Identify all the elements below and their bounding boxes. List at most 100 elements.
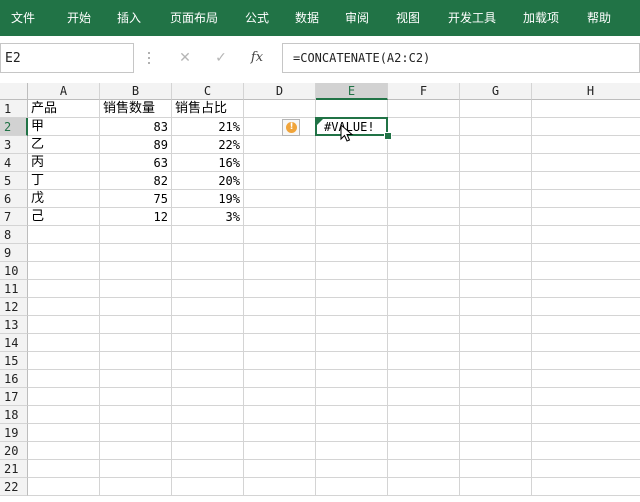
cell-a9[interactable]: [28, 244, 100, 262]
cell-d19[interactable]: [244, 424, 316, 442]
cell-g6[interactable]: [460, 190, 532, 208]
cell-h15[interactable]: [532, 352, 640, 370]
cell-d8[interactable]: [244, 226, 316, 244]
cell-h13[interactable]: [532, 316, 640, 334]
formula-input[interactable]: =CONCATENATE(A2:C2): [282, 43, 640, 73]
column-header-f[interactable]: F: [388, 83, 460, 100]
cell-g18[interactable]: [460, 406, 532, 424]
column-header-g[interactable]: G: [460, 83, 532, 100]
cell-c5[interactable]: 20%: [172, 172, 244, 190]
cell-h1[interactable]: [532, 100, 640, 118]
column-header-e[interactable]: E: [316, 83, 388, 100]
cell-d2[interactable]: [244, 118, 316, 136]
cell-h11[interactable]: [532, 280, 640, 298]
tab-data[interactable]: 数据: [284, 0, 330, 36]
cell-c6[interactable]: 19%: [172, 190, 244, 208]
cell-h17[interactable]: [532, 388, 640, 406]
cell-a1[interactable]: 产品: [28, 100, 100, 118]
cell-g15[interactable]: [460, 352, 532, 370]
row-header-10[interactable]: 10: [0, 262, 28, 280]
cell-f2[interactable]: [388, 118, 460, 136]
cell-a16[interactable]: [28, 370, 100, 388]
row-header-8[interactable]: 8: [0, 226, 28, 244]
cell-d20[interactable]: [244, 442, 316, 460]
row-header-18[interactable]: 18: [0, 406, 28, 424]
cell-f5[interactable]: [388, 172, 460, 190]
cell-a17[interactable]: [28, 388, 100, 406]
cell-e16[interactable]: [316, 370, 388, 388]
cell-f19[interactable]: [388, 424, 460, 442]
cell-a11[interactable]: [28, 280, 100, 298]
row-header-13[interactable]: 13: [0, 316, 28, 334]
cell-e22[interactable]: [316, 478, 388, 496]
cell-d21[interactable]: [244, 460, 316, 478]
cell-b2[interactable]: 83: [100, 118, 172, 136]
cell-f22[interactable]: [388, 478, 460, 496]
row-header-20[interactable]: 20: [0, 442, 28, 460]
cell-h20[interactable]: [532, 442, 640, 460]
cell-c16[interactable]: [172, 370, 244, 388]
cell-b11[interactable]: [100, 280, 172, 298]
cell-f12[interactable]: [388, 298, 460, 316]
cell-f10[interactable]: [388, 262, 460, 280]
cell-a6[interactable]: 戊: [28, 190, 100, 208]
cell-d11[interactable]: [244, 280, 316, 298]
cell-a2[interactable]: 甲: [28, 118, 100, 136]
cell-b6[interactable]: 75: [100, 190, 172, 208]
cell-g3[interactable]: [460, 136, 532, 154]
tab-add-ins[interactable]: 加载项: [514, 0, 568, 36]
cell-b20[interactable]: [100, 442, 172, 460]
cell-g4[interactable]: [460, 154, 532, 172]
cell-a21[interactable]: [28, 460, 100, 478]
cell-g22[interactable]: [460, 478, 532, 496]
cell-a5[interactable]: 丁: [28, 172, 100, 190]
cell-c2[interactable]: 21%: [172, 118, 244, 136]
row-header-4[interactable]: 4: [0, 154, 28, 172]
cell-h7[interactable]: [532, 208, 640, 226]
spreadsheet-grid[interactable]: A B C D E F G H 1 产品 销售数量 销售占比 2 甲 83 21% 3 乙 89 22% 4 丙 63 16%…: [0, 83, 640, 502]
cell-h16[interactable]: [532, 370, 640, 388]
cell-e7[interactable]: [316, 208, 388, 226]
cell-c1[interactable]: 销售占比: [172, 100, 244, 118]
cell-f13[interactable]: [388, 316, 460, 334]
cell-f3[interactable]: [388, 136, 460, 154]
cell-b5[interactable]: 82: [100, 172, 172, 190]
cell-f11[interactable]: [388, 280, 460, 298]
cell-h10[interactable]: [532, 262, 640, 280]
cell-d10[interactable]: [244, 262, 316, 280]
column-header-d[interactable]: D: [244, 83, 316, 100]
cell-e18[interactable]: [316, 406, 388, 424]
fill-handle[interactable]: [384, 132, 392, 140]
cell-c9[interactable]: [172, 244, 244, 262]
cell-a10[interactable]: [28, 262, 100, 280]
cell-g2[interactable]: [460, 118, 532, 136]
cell-d17[interactable]: [244, 388, 316, 406]
cell-c18[interactable]: [172, 406, 244, 424]
cell-f20[interactable]: [388, 442, 460, 460]
cell-a15[interactable]: [28, 352, 100, 370]
cell-g7[interactable]: [460, 208, 532, 226]
cell-g20[interactable]: [460, 442, 532, 460]
cell-c3[interactable]: 22%: [172, 136, 244, 154]
cell-g11[interactable]: [460, 280, 532, 298]
tab-file[interactable]: 文件: [0, 0, 46, 36]
cell-a12[interactable]: [28, 298, 100, 316]
cell-b1[interactable]: 销售数量: [100, 100, 172, 118]
cell-f1[interactable]: [388, 100, 460, 118]
cell-e14[interactable]: [316, 334, 388, 352]
cell-h12[interactable]: [532, 298, 640, 316]
enter-icon[interactable]: ✓: [204, 43, 238, 73]
cell-a18[interactable]: [28, 406, 100, 424]
cell-d15[interactable]: [244, 352, 316, 370]
cell-f18[interactable]: [388, 406, 460, 424]
row-header-14[interactable]: 14: [0, 334, 28, 352]
row-header-7[interactable]: 7: [0, 208, 28, 226]
name-box[interactable]: E2: [0, 43, 134, 73]
cell-a19[interactable]: [28, 424, 100, 442]
row-header-3[interactable]: 3: [0, 136, 28, 154]
cell-g8[interactable]: [460, 226, 532, 244]
cell-b19[interactable]: [100, 424, 172, 442]
cell-f14[interactable]: [388, 334, 460, 352]
cell-f4[interactable]: [388, 154, 460, 172]
cell-a7[interactable]: 己: [28, 208, 100, 226]
